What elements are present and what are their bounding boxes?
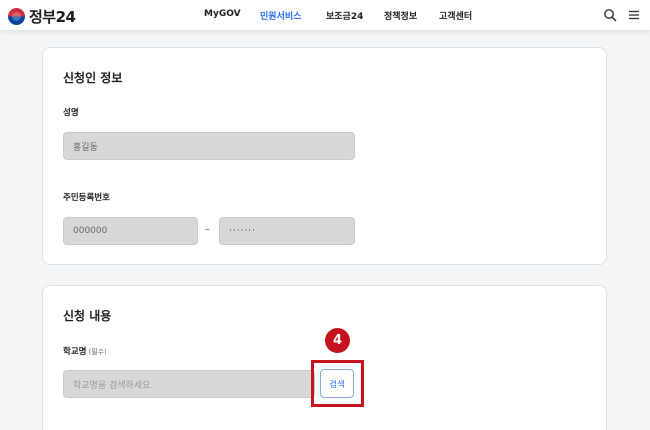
applicant-info-card: 신청인 정보 성명 홍길동 주민등록번호 000000 – ······· — [42, 47, 607, 265]
required-marker: (필수) — [88, 348, 107, 356]
rrn-separator: – — [205, 224, 210, 235]
step-number-badge: 4 — [325, 328, 350, 353]
nav-item-civil-services[interactable]: 민원서비스 — [260, 9, 301, 22]
menu-icon[interactable] — [627, 8, 641, 22]
application-content-card: 신청 내용 학교명 (필수) 학교명을 검색하세요. — [42, 285, 607, 430]
top-header: 정부24 MyGOV 민원서비스 보조금24 정책정보 고객센터 — [0, 0, 650, 31]
rrn-label: 주민등록번호 — [63, 193, 110, 203]
nav-item-policy-info[interactable]: 정책정보 — [384, 9, 417, 22]
nav-item-subsidy24[interactable]: 보조금24 — [326, 9, 363, 22]
nav-item-mygov[interactable]: MyGOV — [204, 9, 241, 19]
school-name-label: 학교명 (필수) — [63, 345, 107, 357]
rrn-back-field[interactable]: ······· — [219, 217, 355, 245]
step-highlight-box — [311, 360, 364, 407]
main-nav: MyGOV 민원서비스 보조금24 정책정보 고객센터 — [0, 9, 650, 23]
rrn-front-field[interactable]: 000000 — [63, 217, 198, 245]
name-label: 성명 — [63, 108, 79, 118]
applicant-info-title: 신청인 정보 — [63, 71, 123, 85]
application-content-title: 신청 내용 — [63, 309, 112, 323]
school-search-input[interactable]: 학교명을 검색하세요. — [63, 370, 315, 398]
search-icon[interactable] — [603, 8, 617, 22]
nav-item-customer-center[interactable]: 고객센터 — [439, 9, 472, 22]
school-name-label-text: 학교명 — [63, 347, 87, 357]
name-field[interactable]: 홍길동 — [63, 132, 355, 160]
